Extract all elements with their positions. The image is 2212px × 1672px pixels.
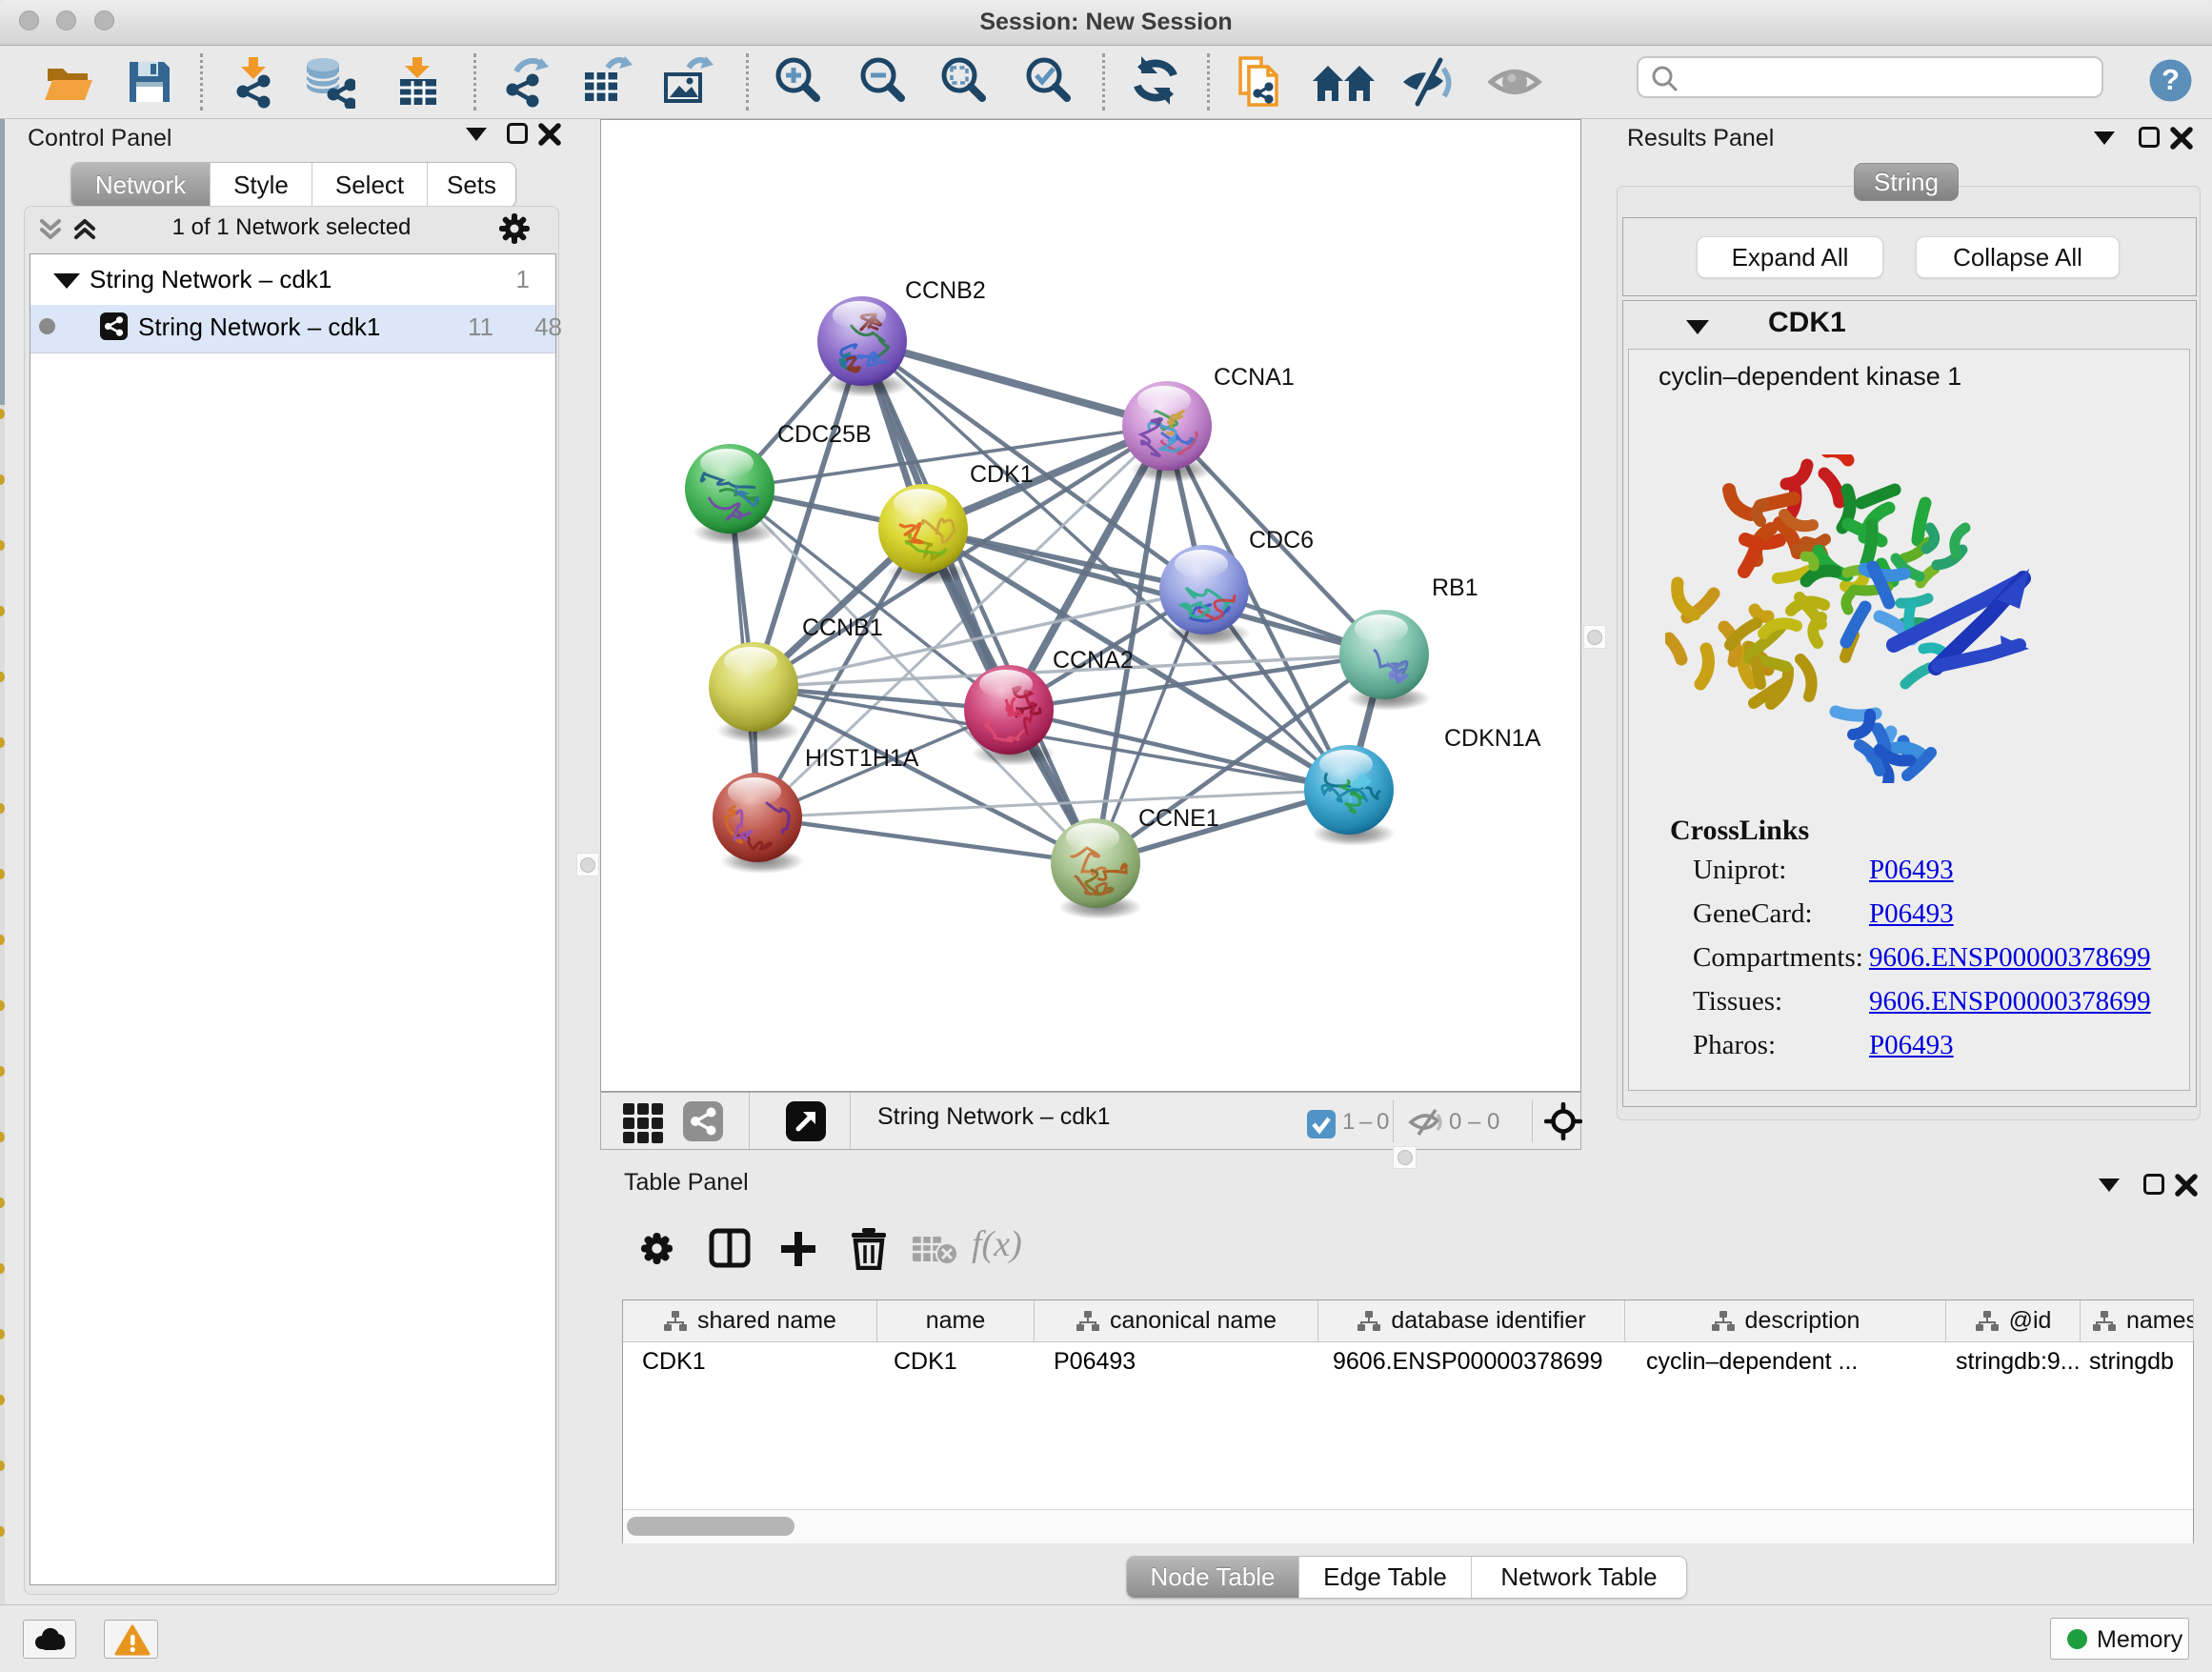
svg-text:CDK1: CDK1	[970, 461, 1034, 488]
svg-text:CDKN1A: CDKN1A	[1444, 725, 1541, 752]
svg-text:CCNB1: CCNB1	[802, 614, 883, 641]
svg-text:CCNA2: CCNA2	[1053, 647, 1134, 674]
svg-text:CCNB2: CCNB2	[905, 277, 986, 304]
svg-text:HIST1H1A: HIST1H1A	[805, 745, 919, 772]
svg-text:CCNA1: CCNA1	[1214, 364, 1295, 391]
svg-text:CDC6: CDC6	[1249, 527, 1314, 554]
svg-text:RB1: RB1	[1432, 574, 1478, 601]
svg-text:CCNE1: CCNE1	[1138, 805, 1219, 832]
svg-text:?: ?	[2162, 63, 2180, 96]
svg-text:CDC25B: CDC25B	[777, 421, 872, 448]
